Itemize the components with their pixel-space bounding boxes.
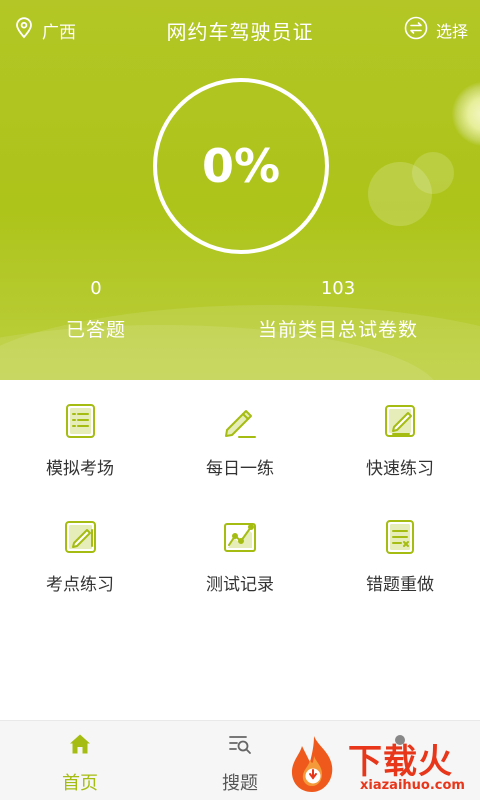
menu-item-daily-practice[interactable]: 每日一练	[160, 380, 320, 490]
flame-logo-icon	[291, 736, 333, 792]
menu-item-topic-practice[interactable]: 考点练习	[0, 496, 160, 606]
edit-note-icon	[379, 400, 421, 442]
app-screen: 广西 网约车驾驶员证 选择 0% 0 已答题 103 当前类目总试卷数 模拟考场…	[0, 0, 480, 800]
switch-category-button[interactable]: 选择	[404, 16, 468, 44]
menu-item-label: 错题重做	[366, 575, 434, 595]
menu-item-quick-practice[interactable]: 快速练习	[320, 380, 480, 490]
total-count: 103	[320, 278, 356, 299]
total-label: 当前类目总试卷数	[257, 319, 418, 341]
tablet-pen-icon	[59, 516, 101, 558]
menu-item-wrong-questions[interactable]: 错题重做	[320, 496, 480, 606]
watermark-domain: xiazaihuo.com	[360, 778, 465, 793]
answered-label: 已答题	[65, 319, 126, 341]
watermark-brand: 下载火	[348, 742, 453, 782]
home-icon	[70, 734, 90, 754]
menu-item-label: 模拟考场	[46, 459, 114, 479]
swap-icon	[404, 16, 428, 44]
pencil-icon	[219, 400, 261, 442]
menu-item-test-records[interactable]: 测试记录	[160, 496, 320, 606]
menu-item-label: 每日一练	[206, 459, 274, 479]
notebook-list-icon	[59, 400, 101, 442]
menu-item-label: 测试记录	[206, 575, 274, 595]
hero-sun-decoration	[452, 82, 480, 146]
search-list-icon	[229, 736, 251, 754]
line-chart-icon	[219, 516, 261, 558]
switch-label: 选择	[435, 22, 468, 41]
answered-stat: 0 已答题	[46, 278, 146, 342]
nav-label-home: 首页	[62, 773, 98, 794]
menu-item-mock-exam[interactable]: 模拟考场	[0, 380, 160, 490]
nav-item-home[interactable]: 首页	[0, 721, 160, 800]
feature-grid: 模拟考场 每日一练 快速练习 考点练习 测试记录 错题重做	[0, 380, 480, 720]
doc-x-icon	[379, 516, 421, 558]
hero-bubble	[412, 152, 454, 194]
watermark-logo: 下载火 xiazaihuo.com	[276, 722, 480, 800]
answered-count: 0	[90, 278, 102, 299]
total-papers-stat: 103 当前类目总试卷数	[240, 278, 436, 342]
top-bar: 广西 网约车驾驶员证 选择	[0, 0, 480, 58]
menu-item-label: 考点练习	[46, 575, 114, 595]
progress-percent: 0%	[201, 139, 281, 193]
menu-item-label: 快速练习	[366, 459, 434, 479]
hero-panel: 广西 网约车驾驶员证 选择 0% 0 已答题 103 当前类目总试卷数	[0, 0, 480, 380]
progress-ring: 0%	[153, 78, 329, 254]
